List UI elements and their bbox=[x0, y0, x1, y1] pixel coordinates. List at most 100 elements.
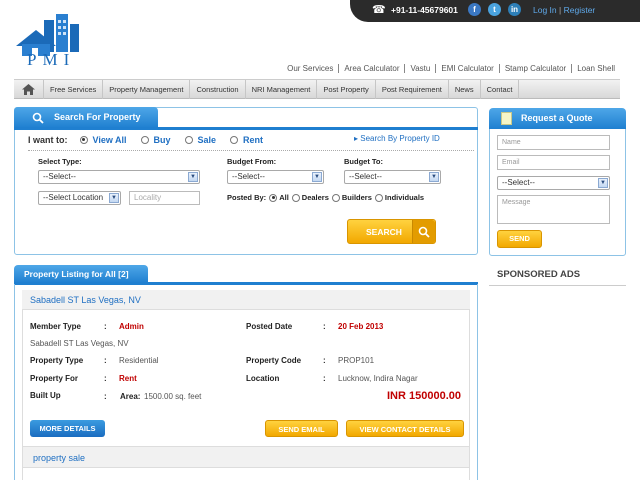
link-emi-calculator[interactable]: EMI Calculator bbox=[435, 64, 498, 73]
listing-title: Property Listing for All [2] bbox=[14, 265, 148, 283]
register-link[interactable]: Register bbox=[564, 5, 596, 15]
chevron-down-icon: ▼ bbox=[312, 172, 322, 182]
nav-post-property[interactable]: Post Property bbox=[317, 79, 376, 99]
radio-posted-all[interactable] bbox=[269, 193, 278, 202]
posted-individuals[interactable]: Individuals bbox=[374, 193, 424, 202]
property-heading[interactable]: Sabadell ST Las Vegas, NV bbox=[22, 290, 470, 310]
colon: : bbox=[323, 374, 326, 383]
listing-title-text: Property Listing for All bbox=[24, 269, 116, 279]
property-code-value: PROP101 bbox=[338, 356, 375, 365]
property-type-label: Property Type bbox=[30, 356, 84, 365]
property-heading-2[interactable]: property sale bbox=[22, 446, 470, 468]
radio-posted-dealers[interactable] bbox=[291, 193, 300, 202]
member-type-label: Member Type bbox=[30, 322, 81, 331]
nav-contact[interactable]: Contact bbox=[481, 79, 520, 99]
search-button[interactable]: SEARCH bbox=[347, 219, 436, 244]
posted-date-label: Posted Date bbox=[246, 322, 293, 331]
search-stripe bbox=[14, 127, 478, 130]
search-button-label: SEARCH bbox=[366, 227, 402, 237]
posted-date-value: 20 Feb 2013 bbox=[338, 322, 384, 331]
facebook-icon[interactable]: f bbox=[468, 3, 481, 16]
quote-name-input[interactable]: Name bbox=[497, 135, 610, 150]
quote-email-input[interactable]: Email bbox=[497, 155, 610, 170]
link-stamp-calculator[interactable]: Stamp Calculator bbox=[498, 64, 571, 73]
radio-view-all[interactable] bbox=[79, 135, 88, 144]
chevron-down-icon: ▼ bbox=[109, 193, 119, 203]
home-icon[interactable] bbox=[14, 79, 44, 99]
quote-send-button[interactable]: SEND bbox=[497, 230, 542, 248]
chevron-down-icon: ▼ bbox=[598, 178, 608, 188]
nav-news[interactable]: News bbox=[449, 79, 481, 99]
phone-number: +91-11-45679601 bbox=[391, 5, 458, 15]
quote-title: Request a Quote bbox=[489, 108, 626, 129]
logo-text[interactable]: PMI bbox=[27, 50, 75, 70]
location-label: Location bbox=[246, 374, 280, 383]
nav-nri-management[interactable]: NRI Management bbox=[246, 79, 318, 99]
auth-separator: | bbox=[559, 5, 562, 15]
nav-property-management[interactable]: Property Management bbox=[103, 79, 191, 99]
locality-input[interactable]: Locality bbox=[129, 191, 200, 205]
budget-from-label: Budget From: bbox=[227, 157, 277, 166]
quote-message-input[interactable]: Message bbox=[497, 195, 610, 224]
option-rent[interactable]: Rent bbox=[230, 135, 263, 145]
posted-all[interactable]: All bbox=[269, 193, 289, 202]
select-type-dropdown[interactable]: --Select-- ▼ bbox=[38, 170, 200, 184]
property-type-value: Residential bbox=[119, 356, 159, 365]
posted-by-row: Posted By: All Dealers Builders Individu… bbox=[227, 193, 427, 202]
nav-post-requirement[interactable]: Post Requirement bbox=[376, 79, 449, 99]
quote-title-text: Request a Quote bbox=[521, 113, 593, 123]
login-link[interactable]: Log In bbox=[533, 5, 557, 15]
radio-posted-builders[interactable] bbox=[331, 193, 340, 202]
nav-construction[interactable]: Construction bbox=[190, 79, 246, 99]
area-label: Area: bbox=[120, 392, 141, 401]
view-contact-details-button[interactable]: VIEW CONTACT DETAILS bbox=[346, 420, 464, 437]
option-rent-label: Rent bbox=[243, 134, 264, 145]
budget-to-dropdown[interactable]: --Select-- ▼ bbox=[344, 170, 441, 184]
colon: : bbox=[323, 322, 326, 331]
posted-by-label: Posted By: bbox=[227, 193, 267, 202]
search-divider bbox=[28, 150, 474, 151]
radio-sale[interactable] bbox=[184, 135, 193, 144]
more-details-button[interactable]: MORE DETAILS bbox=[30, 420, 105, 437]
area-value: 1500.00 sq. feet bbox=[144, 392, 202, 401]
sponsored-ads-heading: SPONSORED ADS bbox=[497, 269, 581, 280]
budget-to-label: Budget To: bbox=[344, 157, 384, 166]
property-for-value: Rent bbox=[119, 374, 137, 383]
radio-rent[interactable] bbox=[230, 135, 239, 144]
budget-from-dropdown[interactable]: --Select-- ▼ bbox=[227, 170, 324, 184]
posted-dealers[interactable]: Dealers bbox=[291, 193, 329, 202]
location-value: Lucknow, Indira Nagar bbox=[338, 374, 418, 383]
radio-buy[interactable] bbox=[140, 135, 149, 144]
property-for-label: Property For bbox=[30, 374, 79, 383]
quote-select-dropdown[interactable]: --Select-- ▼ bbox=[497, 176, 610, 190]
posted-builders-label: Builders bbox=[341, 193, 372, 202]
link-our-services[interactable]: Our Services bbox=[282, 64, 338, 73]
budget-to-value: --Select-- bbox=[349, 172, 382, 181]
chevron-down-icon: ▼ bbox=[429, 172, 439, 182]
location-dropdown[interactable]: --Select Location ▼ bbox=[38, 191, 121, 205]
nav-free-services[interactable]: Free Services bbox=[44, 79, 104, 99]
posted-builders[interactable]: Builders bbox=[331, 193, 372, 202]
linkedin-icon[interactable]: in bbox=[508, 3, 521, 16]
property-code-label: Property Code bbox=[246, 356, 302, 365]
option-sale[interactable]: Sale bbox=[184, 135, 216, 145]
colon: : bbox=[104, 374, 107, 383]
twitter-icon[interactable]: t bbox=[488, 3, 501, 16]
option-buy-label: Buy bbox=[153, 134, 171, 145]
search-by-id-text: Search By Property ID bbox=[360, 134, 440, 143]
search-panel-title: Search For Property bbox=[14, 107, 158, 128]
option-buy[interactable]: Buy bbox=[140, 134, 171, 145]
quote-select-value: --Select-- bbox=[502, 178, 535, 187]
posted-all-label: All bbox=[279, 193, 289, 202]
link-area-calculator[interactable]: Area Calculator bbox=[338, 64, 404, 73]
radio-posted-individuals[interactable] bbox=[374, 193, 383, 202]
option-view-all[interactable]: View All bbox=[79, 135, 127, 145]
listing-count: [2] bbox=[118, 269, 129, 279]
search-by-id-link[interactable]: ▸ Search By Property ID bbox=[354, 134, 440, 143]
link-vastu[interactable]: Vastu bbox=[404, 64, 435, 73]
send-email-button[interactable]: SEND EMAIL bbox=[265, 420, 338, 437]
posted-dealers-label: Dealers bbox=[301, 193, 329, 202]
main-nav: Free Services Property Management Constr… bbox=[14, 79, 620, 99]
notepad-icon bbox=[501, 112, 512, 125]
link-loan-shell[interactable]: Loan Shell bbox=[571, 64, 620, 73]
